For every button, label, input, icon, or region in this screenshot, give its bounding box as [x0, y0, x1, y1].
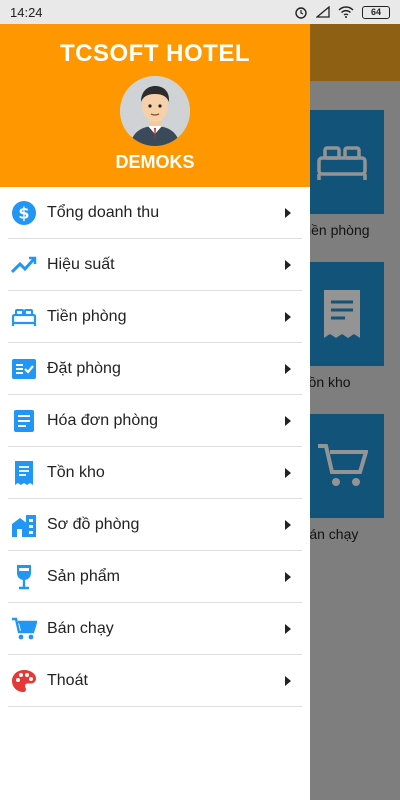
status-time: 14:24 [10, 4, 43, 20]
hotel-name: TCSOFT HOTEL [60, 40, 250, 67]
checklist-icon [10, 355, 38, 383]
chevron-right-icon [278, 676, 298, 686]
chevron-right-icon [278, 468, 298, 478]
chevron-right-icon [278, 624, 298, 634]
chevron-right-icon [278, 208, 298, 218]
status-bar: 14:24 64 [0, 0, 400, 24]
chevron-right-icon [278, 364, 298, 374]
menu-item-label: Sản phẩm [47, 568, 120, 585]
menu-item-tong-doanh-thu[interactable]: $ Tổng doanh thu [0, 187, 310, 239]
menu-item-label: Tiền phòng [47, 308, 127, 325]
trend-icon [10, 251, 38, 279]
chevron-right-icon [278, 520, 298, 530]
menu-item-label: Thoát [47, 672, 88, 689]
menu-item-label: Hiệu suất [47, 256, 115, 273]
dollar-icon: $ [10, 199, 38, 227]
avatar[interactable] [120, 76, 190, 146]
chevron-right-icon [278, 416, 298, 426]
menu-item-thoat[interactable]: Thoát [0, 655, 310, 707]
menu-item-tien-phong[interactable]: Tiền phòng [0, 291, 310, 343]
wifi-icon [338, 6, 354, 18]
chevron-right-icon [278, 572, 298, 582]
menu-item-hieu-suat[interactable]: Hiệu suất [0, 239, 310, 291]
bed-icon [10, 303, 38, 331]
menu-item-ton-kho[interactable]: Tồn kho [0, 447, 310, 499]
signal-icon [316, 6, 330, 18]
battery-indicator: 64 [362, 5, 390, 19]
chevron-right-icon [278, 260, 298, 270]
menu-item-label: Hóa đơn phòng [47, 412, 159, 429]
menu-item-label: Tổng doanh thu [47, 204, 160, 221]
menu-item-label: Đặt phòng [47, 360, 121, 377]
menu-item-so-do-phong[interactable]: Sơ đồ phòng [0, 499, 310, 551]
menu-item-san-pham[interactable]: Sản phẩm [0, 551, 310, 603]
receipt-icon [10, 459, 38, 487]
chevron-right-icon [278, 312, 298, 322]
svg-text:$: $ [18, 204, 29, 223]
menu-item-ban-chay[interactable]: Bán chạy [0, 603, 310, 655]
cart-icon [10, 615, 38, 643]
wineglass-icon [10, 563, 38, 591]
drawer-menu: $ Tổng doanh thu Hiệu suất Tiền phòng Đặ… [0, 187, 310, 707]
drawer-header: TCSOFT HOTEL DEMOKS [0, 24, 310, 187]
invoice-icon [10, 407, 38, 435]
status-icons: 64 [294, 5, 390, 19]
menu-item-label: Sơ đồ phòng [47, 516, 140, 533]
avatar-image [120, 76, 190, 146]
menu-item-hoa-don-phong[interactable]: Hóa đơn phòng [0, 395, 310, 447]
menu-item-label: Tồn kho [47, 464, 105, 481]
palette-icon [10, 667, 38, 695]
menu-item-label: Bán chạy [47, 620, 114, 637]
user-name: DEMOKS [115, 152, 195, 172]
alarm-icon [295, 7, 307, 19]
navigation-drawer: TCSOFT HOTEL DEMOKS $ Tổng doanh thu Hiệ… [0, 24, 310, 800]
menu-item-dat-phong[interactable]: Đặt phòng [0, 343, 310, 395]
building-icon [10, 511, 38, 539]
